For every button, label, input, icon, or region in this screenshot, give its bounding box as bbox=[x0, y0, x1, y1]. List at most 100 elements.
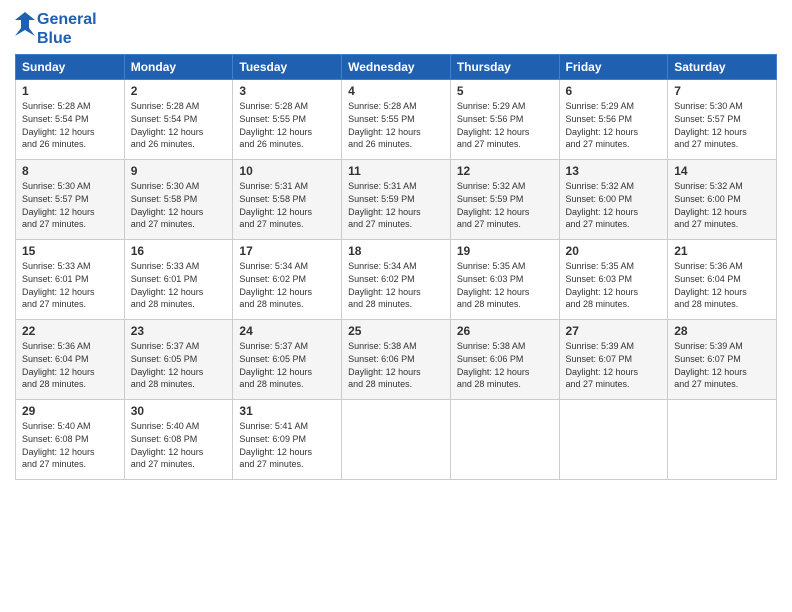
day-cell: 1 Sunrise: 5:28 AM Sunset: 5:54 PM Daylig… bbox=[16, 80, 125, 160]
day-cell: 21 Sunrise: 5:36 AM Sunset: 6:04 PM Dayli… bbox=[668, 240, 777, 320]
day-info: Sunrise: 5:32 AM Sunset: 6:00 PM Dayligh… bbox=[674, 180, 770, 230]
day-number: 5 bbox=[457, 84, 553, 98]
day-number: 6 bbox=[566, 84, 662, 98]
day-number: 21 bbox=[674, 244, 770, 258]
logo-general: General bbox=[37, 10, 97, 29]
day-cell: 12Sunrise: 5:32 AM Sunset: 5:59 PM Dayli… bbox=[450, 160, 559, 240]
logo-bird-icon bbox=[15, 10, 35, 46]
day-cell: 28 Sunrise: 5:39 AM Sunset: 6:07 PM Dayli… bbox=[668, 320, 777, 400]
day-number: 1 bbox=[22, 84, 118, 98]
day-info: Sunrise: 5:41 AM Sunset: 6:09 PM Dayligh… bbox=[239, 420, 335, 470]
logo-blue: Blue bbox=[37, 29, 97, 48]
day-number: 23 bbox=[131, 324, 227, 338]
day-cell: 3Sunrise: 5:28 AM Sunset: 5:55 PM Daylig… bbox=[233, 80, 342, 160]
day-info: Sunrise: 5:28 AM Sunset: 5:54 PM Dayligh… bbox=[22, 100, 118, 150]
day-number: 11 bbox=[348, 164, 444, 178]
day-number: 10 bbox=[239, 164, 335, 178]
day-number: 14 bbox=[674, 164, 770, 178]
day-info: Sunrise: 5:30 AM Sunset: 5:58 PM Dayligh… bbox=[131, 180, 227, 230]
calendar-table: SundayMondayTuesdayWednesdayThursdayFrid… bbox=[15, 54, 777, 480]
day-number: 13 bbox=[566, 164, 662, 178]
day-info: Sunrise: 5:28 AM Sunset: 5:54 PM Dayligh… bbox=[131, 100, 227, 150]
day-info: Sunrise: 5:38 AM Sunset: 6:06 PM Dayligh… bbox=[348, 340, 444, 390]
day-number: 28 bbox=[674, 324, 770, 338]
day-cell: 13Sunrise: 5:32 AM Sunset: 6:00 PM Dayli… bbox=[559, 160, 668, 240]
day-cell: 5 Sunrise: 5:29 AM Sunset: 5:56 PM Daylig… bbox=[450, 80, 559, 160]
day-number: 17 bbox=[239, 244, 335, 258]
day-cell bbox=[342, 400, 451, 480]
day-cell: 2 Sunrise: 5:28 AM Sunset: 5:54 PM Daylig… bbox=[124, 80, 233, 160]
day-number: 24 bbox=[239, 324, 335, 338]
page-container: General Blue SundayMondayTuesdayWednesda… bbox=[0, 0, 792, 490]
day-info: Sunrise: 5:35 AM Sunset: 6:03 PM Dayligh… bbox=[457, 260, 553, 310]
day-info: Sunrise: 5:39 AM Sunset: 6:07 PM Dayligh… bbox=[566, 340, 662, 390]
day-info: Sunrise: 5:39 AM Sunset: 6:07 PM Dayligh… bbox=[674, 340, 770, 390]
day-info: Sunrise: 5:36 AM Sunset: 6:04 PM Dayligh… bbox=[22, 340, 118, 390]
day-number: 29 bbox=[22, 404, 118, 418]
day-cell: 19Sunrise: 5:35 AM Sunset: 6:03 PM Dayli… bbox=[450, 240, 559, 320]
day-info: Sunrise: 5:31 AM Sunset: 5:58 PM Dayligh… bbox=[239, 180, 335, 230]
day-number: 18 bbox=[348, 244, 444, 258]
day-cell bbox=[668, 400, 777, 480]
day-number: 31 bbox=[239, 404, 335, 418]
weekday-header-sunday: Sunday bbox=[16, 55, 125, 80]
day-cell: 29Sunrise: 5:40 AM Sunset: 6:08 PM Dayli… bbox=[16, 400, 125, 480]
weekday-header-wednesday: Wednesday bbox=[342, 55, 451, 80]
day-info: Sunrise: 5:33 AM Sunset: 6:01 PM Dayligh… bbox=[22, 260, 118, 310]
day-cell: 7 Sunrise: 5:30 AM Sunset: 5:57 PM Daylig… bbox=[668, 80, 777, 160]
week-row-4: 22 Sunrise: 5:36 AM Sunset: 6:04 PM Dayli… bbox=[16, 320, 777, 400]
day-info: Sunrise: 5:38 AM Sunset: 6:06 PM Dayligh… bbox=[457, 340, 553, 390]
day-info: Sunrise: 5:30 AM Sunset: 5:57 PM Dayligh… bbox=[22, 180, 118, 230]
day-cell: 20 Sunrise: 5:35 AM Sunset: 6:03 PM Dayli… bbox=[559, 240, 668, 320]
header: General Blue bbox=[15, 10, 777, 48]
week-row-2: 8Sunrise: 5:30 AM Sunset: 5:57 PM Daylig… bbox=[16, 160, 777, 240]
day-info: Sunrise: 5:32 AM Sunset: 5:59 PM Dayligh… bbox=[457, 180, 553, 230]
day-number: 22 bbox=[22, 324, 118, 338]
day-info: Sunrise: 5:37 AM Sunset: 6:05 PM Dayligh… bbox=[131, 340, 227, 390]
week-row-5: 29 Sunrise: 5:40 AM Sunset: 6:08 PM Dayli… bbox=[16, 400, 777, 480]
day-cell: 17Sunrise: 5:34 AM Sunset: 6:02 PM Dayli… bbox=[233, 240, 342, 320]
weekday-header-friday: Friday bbox=[559, 55, 668, 80]
day-number: 2 bbox=[131, 84, 227, 98]
day-cell bbox=[559, 400, 668, 480]
day-cell: 26 Sunrise: 5:38 AM Sunset: 6:06 PM Dayli… bbox=[450, 320, 559, 400]
day-cell: 8Sunrise: 5:30 AM Sunset: 5:57 PM Daylig… bbox=[16, 160, 125, 240]
weekday-header-tuesday: Tuesday bbox=[233, 55, 342, 80]
day-cell: 18 Sunrise: 5:34 AM Sunset: 6:02 PM Dayli… bbox=[342, 240, 451, 320]
day-info: Sunrise: 5:30 AM Sunset: 5:57 PM Dayligh… bbox=[674, 100, 770, 150]
day-number: 4 bbox=[348, 84, 444, 98]
day-cell: 4 Sunrise: 5:28 AM Sunset: 5:55 PM Daylig… bbox=[342, 80, 451, 160]
day-info: Sunrise: 5:29 AM Sunset: 5:56 PM Dayligh… bbox=[457, 100, 553, 150]
day-info: Sunrise: 5:35 AM Sunset: 6:03 PM Dayligh… bbox=[566, 260, 662, 310]
day-info: Sunrise: 5:36 AM Sunset: 6:04 PM Dayligh… bbox=[674, 260, 770, 310]
day-cell bbox=[450, 400, 559, 480]
day-cell: 9 Sunrise: 5:30 AM Sunset: 5:58 PM Daylig… bbox=[124, 160, 233, 240]
day-cell: 16Sunrise: 5:33 AM Sunset: 6:01 PM Dayli… bbox=[124, 240, 233, 320]
weekday-header-row: SundayMondayTuesdayWednesdayThursdayFrid… bbox=[16, 55, 777, 80]
day-cell: 22 Sunrise: 5:36 AM Sunset: 6:04 PM Dayli… bbox=[16, 320, 125, 400]
day-cell: 10 Sunrise: 5:31 AM Sunset: 5:58 PM Dayli… bbox=[233, 160, 342, 240]
day-info: Sunrise: 5:37 AM Sunset: 6:05 PM Dayligh… bbox=[239, 340, 335, 390]
weekday-header-thursday: Thursday bbox=[450, 55, 559, 80]
day-number: 25 bbox=[348, 324, 444, 338]
day-info: Sunrise: 5:34 AM Sunset: 6:02 PM Dayligh… bbox=[348, 260, 444, 310]
day-cell: 15 Sunrise: 5:33 AM Sunset: 6:01 PM Dayli… bbox=[16, 240, 125, 320]
day-number: 7 bbox=[674, 84, 770, 98]
week-row-1: 1 Sunrise: 5:28 AM Sunset: 5:54 PM Daylig… bbox=[16, 80, 777, 160]
day-number: 16 bbox=[131, 244, 227, 258]
day-info: Sunrise: 5:28 AM Sunset: 5:55 PM Dayligh… bbox=[348, 100, 444, 150]
day-number: 20 bbox=[566, 244, 662, 258]
day-number: 9 bbox=[131, 164, 227, 178]
day-number: 26 bbox=[457, 324, 553, 338]
day-number: 3 bbox=[239, 84, 335, 98]
day-cell: 11 Sunrise: 5:31 AM Sunset: 5:59 PM Dayli… bbox=[342, 160, 451, 240]
weekday-header-monday: Monday bbox=[124, 55, 233, 80]
day-cell: 23 Sunrise: 5:37 AM Sunset: 6:05 PM Dayli… bbox=[124, 320, 233, 400]
day-info: Sunrise: 5:40 AM Sunset: 6:08 PM Dayligh… bbox=[131, 420, 227, 470]
day-cell: 30Sunrise: 5:40 AM Sunset: 6:08 PM Dayli… bbox=[124, 400, 233, 480]
day-info: Sunrise: 5:29 AM Sunset: 5:56 PM Dayligh… bbox=[566, 100, 662, 150]
day-cell: 25 Sunrise: 5:38 AM Sunset: 6:06 PM Dayli… bbox=[342, 320, 451, 400]
day-number: 15 bbox=[22, 244, 118, 258]
day-number: 27 bbox=[566, 324, 662, 338]
day-info: Sunrise: 5:31 AM Sunset: 5:59 PM Dayligh… bbox=[348, 180, 444, 230]
